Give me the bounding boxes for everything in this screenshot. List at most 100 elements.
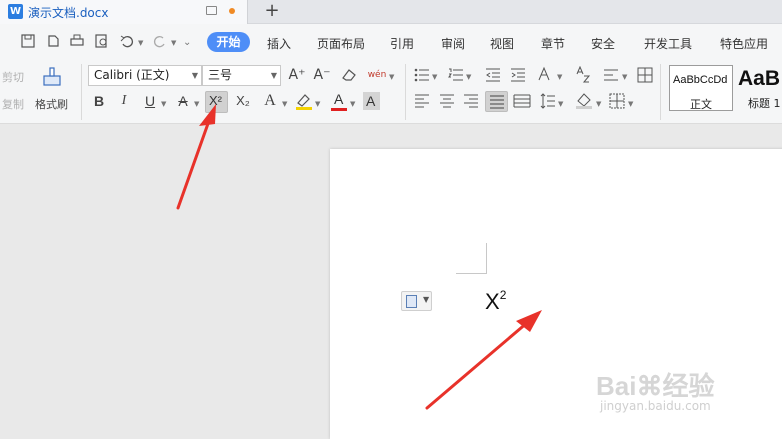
superscript-char: 2 bbox=[499, 287, 507, 302]
font-color-button[interactable]: A bbox=[330, 91, 348, 113]
ribbon-toolbar: 剪切 复制 格式刷 Calibri (正文) ▼ 三号 ▼ A⁺ A⁻ wén … bbox=[0, 58, 782, 124]
menu-section[interactable]: 章节 bbox=[541, 35, 565, 52]
chevron-down-icon[interactable]: ▼ bbox=[350, 100, 355, 108]
superscript-button[interactable]: X² bbox=[205, 91, 228, 113]
chevron-down-icon: ▼ bbox=[191, 71, 198, 80]
chevron-down-icon[interactable]: ▼ bbox=[194, 100, 199, 108]
justify-button[interactable] bbox=[485, 91, 508, 112]
paste-icon bbox=[406, 295, 417, 308]
format-painter-button[interactable]: 格式刷 bbox=[35, 96, 68, 112]
customize-toolbar-icon[interactable]: ⌄ bbox=[183, 37, 191, 48]
font-effect-button[interactable]: A bbox=[260, 91, 280, 111]
menu-special[interactable]: 特色应用 bbox=[720, 35, 768, 52]
menu-review[interactable]: 审阅 bbox=[441, 35, 465, 52]
chevron-down-icon[interactable]: ▼ bbox=[161, 100, 166, 108]
sort-icon[interactable] bbox=[575, 66, 591, 83]
phonetic-guide-button[interactable]: wén bbox=[367, 65, 387, 85]
chevron-down-icon: ▼ bbox=[423, 295, 430, 304]
highlight-icon[interactable] bbox=[295, 93, 313, 110]
bullet-list-icon[interactable] bbox=[414, 68, 430, 82]
copy-button[interactable]: 复制 bbox=[2, 96, 24, 112]
chevron-down-icon[interactable]: ▼ bbox=[315, 100, 320, 108]
document-text[interactable]: X2 bbox=[485, 287, 507, 315]
menu-security[interactable]: 安全 bbox=[591, 35, 615, 52]
chevron-down-icon[interactable]: ▼ bbox=[558, 100, 563, 108]
align-center-icon[interactable] bbox=[439, 94, 455, 108]
menu-page-layout[interactable]: 页面布局 bbox=[317, 35, 365, 52]
numbered-list-icon[interactable] bbox=[448, 68, 464, 82]
watermark-logo: Bai⌘经验 bbox=[596, 371, 715, 401]
divider bbox=[81, 64, 82, 120]
undo-icon[interactable] bbox=[120, 34, 134, 48]
style-sample: AaBbCcDd bbox=[673, 74, 728, 86]
chevron-down-icon[interactable]: ▼ bbox=[557, 73, 562, 81]
style-sample: AaB bbox=[738, 67, 781, 90]
print-preview-icon[interactable] bbox=[95, 34, 109, 48]
new-tab-button[interactable]: + bbox=[262, 0, 282, 24]
document-title: 演示文档.docx bbox=[28, 6, 109, 20]
save-icon[interactable] bbox=[21, 34, 35, 48]
style-name: 正文 bbox=[690, 98, 712, 111]
format-painter-icon[interactable] bbox=[41, 66, 63, 88]
base-char: X bbox=[485, 289, 500, 314]
font-color-label: A bbox=[334, 91, 344, 107]
redo-icon[interactable] bbox=[153, 34, 167, 48]
font-name-select[interactable]: Calibri (正文) ▼ bbox=[88, 65, 202, 86]
menu-bar: ▼ ▼ ⌄ 开始 插入 页面布局 引用 审阅 视图 章节 安全 开发工具 特色应… bbox=[0, 24, 782, 58]
menu-references[interactable]: 引用 bbox=[390, 35, 414, 52]
margin-marker bbox=[456, 273, 487, 274]
style-heading-1[interactable]: AaB 标题 1 bbox=[736, 65, 782, 111]
margin-marker bbox=[486, 243, 487, 273]
decrease-indent-icon[interactable] bbox=[485, 68, 501, 82]
print-icon[interactable] bbox=[70, 34, 84, 48]
superscript-label: X² bbox=[209, 93, 222, 108]
font-size-value: 三号 bbox=[208, 68, 233, 82]
redo-dropdown-icon[interactable]: ▼ bbox=[171, 39, 176, 47]
menu-insert[interactable]: 插入 bbox=[267, 35, 291, 52]
subscript-button[interactable]: X₂ bbox=[233, 91, 253, 111]
borders-icon[interactable] bbox=[609, 93, 625, 109]
chevron-down-icon[interactable]: ▼ bbox=[596, 100, 601, 108]
style-normal[interactable]: AaBbCcDd 正文 bbox=[669, 65, 733, 111]
strikethrough-button[interactable]: A bbox=[173, 91, 193, 111]
chevron-down-icon: ▼ bbox=[270, 71, 277, 80]
chevron-down-icon[interactable]: ▼ bbox=[628, 100, 633, 108]
table-border-icon[interactable] bbox=[637, 67, 653, 83]
increase-indent-icon[interactable] bbox=[510, 68, 526, 82]
text-direction-icon[interactable] bbox=[537, 66, 555, 83]
paste-options-button[interactable]: ▼ bbox=[401, 291, 432, 311]
wps-writer-icon: W bbox=[8, 4, 23, 19]
chevron-down-icon[interactable]: ▼ bbox=[432, 73, 437, 81]
document-tab[interactable]: W 演示文档.docx bbox=[0, 0, 248, 24]
font-size-select[interactable]: 三号 ▼ bbox=[202, 65, 281, 86]
undo-dropdown-icon[interactable]: ▼ bbox=[138, 39, 143, 47]
bold-button[interactable]: B bbox=[89, 91, 109, 111]
char-shading-button[interactable]: A bbox=[363, 92, 380, 110]
distribute-icon[interactable] bbox=[513, 94, 531, 108]
clear-format-icon[interactable] bbox=[341, 68, 357, 82]
watermark-url: jingyan.baidu.com bbox=[600, 399, 711, 413]
title-bar: W 演示文档.docx + bbox=[0, 0, 782, 24]
menu-view[interactable]: 视图 bbox=[490, 35, 514, 52]
chevron-down-icon[interactable]: ▼ bbox=[282, 100, 287, 108]
italic-button[interactable]: I bbox=[114, 91, 134, 111]
cut-button[interactable]: 剪切 bbox=[2, 69, 24, 85]
screen-icon[interactable] bbox=[206, 6, 217, 15]
shrink-font-button[interactable]: A⁻ bbox=[312, 65, 332, 85]
align-left-icon[interactable] bbox=[414, 94, 430, 108]
style-name: 标题 1 bbox=[748, 97, 781, 110]
shading-icon[interactable] bbox=[575, 92, 593, 109]
line-spacing-ribbon-icon[interactable] bbox=[603, 68, 619, 82]
chevron-down-icon[interactable]: ▼ bbox=[466, 73, 471, 81]
output-icon[interactable] bbox=[46, 34, 60, 48]
grow-font-button[interactable]: A⁺ bbox=[287, 65, 307, 85]
menu-home[interactable]: 开始 bbox=[207, 32, 250, 52]
font-name-value: Calibri (正文) bbox=[94, 68, 170, 82]
menu-developer[interactable]: 开发工具 bbox=[644, 35, 692, 52]
chevron-down-icon[interactable]: ▼ bbox=[389, 73, 394, 81]
divider bbox=[660, 64, 661, 120]
underline-button[interactable]: U bbox=[140, 91, 160, 111]
line-spacing-icon[interactable] bbox=[540, 93, 556, 109]
align-right-icon[interactable] bbox=[463, 94, 479, 108]
chevron-down-icon[interactable]: ▼ bbox=[622, 73, 627, 81]
